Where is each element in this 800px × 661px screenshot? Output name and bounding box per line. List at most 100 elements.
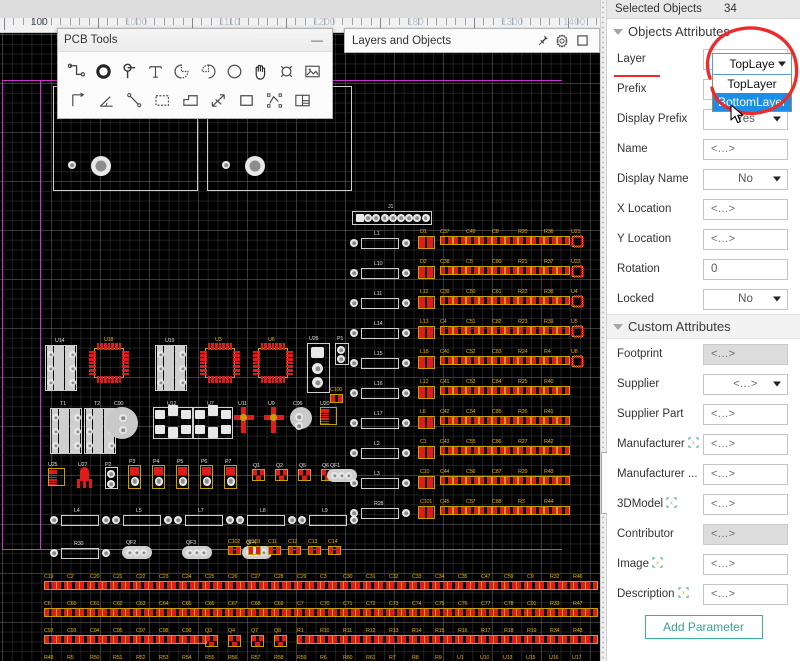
objects-attributes-section-header[interactable]: Objects Attributes xyxy=(607,19,800,44)
pcb-element xyxy=(236,516,244,524)
pcb-element xyxy=(558,507,562,514)
hand-pan-icon[interactable] xyxy=(247,57,273,86)
pcb-element xyxy=(581,329,585,332)
pcb-element xyxy=(480,387,484,394)
pin-icon[interactable] xyxy=(532,32,552,50)
layer-combobox[interactable]: TopLaye xyxy=(712,53,792,75)
layer-dropdown-list[interactable]: TopLayer BottomLayer xyxy=(712,75,792,112)
property-input[interactable]: <...> xyxy=(703,138,788,160)
polyline-icon[interactable] xyxy=(64,86,92,115)
pcb-element xyxy=(275,582,279,589)
line-node-icon[interactable] xyxy=(120,86,148,115)
pad-icon[interactable] xyxy=(90,57,116,86)
property-combobox[interactable]: No xyxy=(703,288,788,310)
property-input[interactable]: <...> xyxy=(703,198,788,220)
add-parameter-button[interactable]: Add Parameter xyxy=(644,615,763,639)
property-row: Locked No xyxy=(607,284,800,314)
pcb-element xyxy=(505,582,509,589)
component-designator: J1 xyxy=(388,204,394,210)
group-icon[interactable] xyxy=(260,86,288,115)
property-input[interactable]: <...> xyxy=(703,583,788,605)
pcb-element xyxy=(233,368,240,372)
pcb-element xyxy=(233,350,240,354)
panel-splitter[interactable] xyxy=(600,0,608,661)
property-input[interactable]: 0 xyxy=(703,258,788,280)
minimize-icon[interactable]: — xyxy=(308,33,326,47)
property-input[interactable]: <...> xyxy=(703,228,788,250)
property-label-text: Supplier xyxy=(617,378,660,390)
pcb-element xyxy=(513,417,517,424)
component-designator: C3 xyxy=(320,574,327,581)
property-input[interactable]: <...> xyxy=(703,463,788,485)
pcb-element xyxy=(183,609,187,616)
pcb-element xyxy=(402,329,410,337)
pcb-element xyxy=(581,302,585,304)
text-icon[interactable] xyxy=(143,57,169,86)
ruler-tick xyxy=(558,18,560,25)
gear-icon[interactable] xyxy=(552,32,572,50)
pcb-element xyxy=(413,636,417,643)
chevron-down-icon xyxy=(773,116,781,122)
layer-dropdown-option[interactable]: TopLayer xyxy=(713,75,791,93)
drc-icon[interactable] xyxy=(274,57,300,86)
pcb-element xyxy=(441,267,445,274)
pcb-tools-panel[interactable]: PCB Tools — xyxy=(57,28,333,119)
image-icon[interactable] xyxy=(300,57,326,86)
pcb-element xyxy=(539,387,543,394)
pcb-element xyxy=(545,237,549,244)
image-attr-icon[interactable]: x xyxy=(666,497,677,511)
pcb-element xyxy=(570,332,574,334)
select-area-icon[interactable] xyxy=(148,86,176,115)
property-input[interactable]: <...> xyxy=(703,433,788,455)
component-designator: C75 xyxy=(435,601,445,608)
component-designator: R9 xyxy=(435,655,442,661)
property-input[interactable]: <...> xyxy=(703,493,788,515)
property-input[interactable]: <...> xyxy=(703,403,788,425)
image-attr-icon[interactable]: x xyxy=(677,587,689,601)
angle-icon[interactable] xyxy=(92,86,120,115)
pcb-element xyxy=(592,609,597,616)
component-designator: R11 xyxy=(343,628,352,635)
pcb-element xyxy=(202,477,212,486)
pcb-element xyxy=(361,238,399,249)
custom-attributes-section-header[interactable]: Custom Attributes xyxy=(607,314,800,339)
rectangle-icon[interactable] xyxy=(232,86,260,115)
arc-cw-icon[interactable] xyxy=(169,57,195,86)
pcb-element xyxy=(208,427,218,438)
pcb-element xyxy=(380,214,389,222)
component-designator: R44 xyxy=(544,499,554,506)
pcb-element xyxy=(286,354,293,358)
property-input[interactable]: <...> xyxy=(703,553,788,575)
pcb-element xyxy=(565,447,569,454)
via-icon[interactable] xyxy=(116,57,142,86)
chevron-down-icon xyxy=(773,176,781,182)
copper-area-icon[interactable] xyxy=(176,86,204,115)
panelize-icon[interactable] xyxy=(288,86,316,115)
pcb-element xyxy=(570,274,574,276)
property-combobox[interactable]: No xyxy=(703,168,788,190)
pcb-element xyxy=(275,609,279,616)
pcb-element xyxy=(448,357,452,364)
pcb-element xyxy=(298,609,302,616)
component-designator: C85 xyxy=(492,409,502,416)
pcb-element xyxy=(493,237,497,244)
pcb-element xyxy=(519,237,523,244)
circle-icon[interactable] xyxy=(221,57,247,86)
pcb-element xyxy=(286,361,293,365)
track-icon[interactable] xyxy=(64,57,90,86)
image-attr-icon[interactable]: x xyxy=(652,557,663,571)
dimension-icon[interactable] xyxy=(204,86,232,115)
arc-ccw-icon[interactable] xyxy=(195,57,221,86)
property-combobox[interactable]: <...> xyxy=(703,373,788,395)
property-label: Display Prefix xyxy=(617,113,703,125)
layer-dropdown-option[interactable]: BottomLayer xyxy=(713,93,791,111)
pcb-element xyxy=(309,636,314,643)
ruler-tick xyxy=(182,18,184,25)
maximize-icon[interactable] xyxy=(572,32,592,50)
ruler-tick xyxy=(267,18,269,25)
image-attr-icon[interactable]: x xyxy=(688,437,699,451)
layers-and-objects-panel[interactable]: Layers and Objects xyxy=(344,28,600,53)
pcb-element xyxy=(461,417,465,424)
pcb-canvas[interactable]: U23U24U14U18U19U3U6U26P1C100T1T2C90U12U7… xyxy=(0,33,600,661)
pcb-element xyxy=(419,417,425,428)
